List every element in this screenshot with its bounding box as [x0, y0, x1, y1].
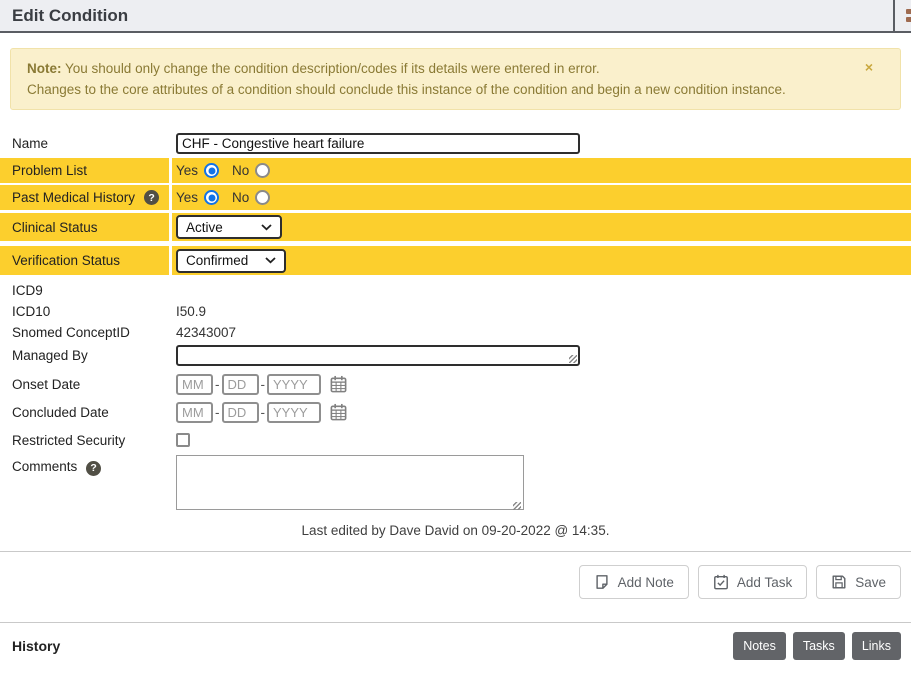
icd10-value: I50.9 [172, 304, 911, 319]
verification-status-label: Verification Status [12, 253, 124, 268]
calendar-icon[interactable] [329, 403, 348, 422]
comments-label: Comments [12, 459, 77, 474]
page-title: Edit Condition [0, 0, 911, 31]
pmh-no-radio[interactable] [255, 190, 270, 205]
header-divider [893, 0, 895, 31]
condition-form: Name Problem List Yes No Past Medical Hi… [0, 130, 911, 538]
window-header: Edit Condition [0, 0, 911, 33]
managed-by-label: Managed By [0, 348, 172, 363]
onset-month-input[interactable] [176, 374, 213, 395]
clinical-status-select[interactable]: Active [176, 215, 282, 239]
verification-status-select[interactable]: Confirmed [176, 249, 286, 273]
history-section: History Notes Tasks Links [0, 623, 911, 660]
pmh-yes-radio[interactable] [204, 190, 219, 205]
name-row: Name [0, 130, 911, 156]
concluded-date-row: Concluded Date - - [0, 399, 911, 426]
add-task-button[interactable]: Add Task [698, 565, 807, 599]
save-button[interactable]: Save [816, 565, 901, 599]
pmh-yes-label: Yes [176, 190, 198, 205]
save-icon [831, 574, 847, 590]
chevron-down-icon [265, 257, 276, 264]
icd10-label: ICD10 [0, 304, 172, 319]
concluded-month-input[interactable] [176, 402, 213, 423]
concluded-year-input[interactable] [267, 402, 321, 423]
warning-note: Note: You should only change the conditi… [10, 48, 901, 110]
restricted-security-label: Restricted Security [0, 433, 172, 448]
note-prefix: Note: [27, 61, 62, 76]
onset-year-input[interactable] [267, 374, 321, 395]
problem-list-no-label: No [232, 163, 249, 178]
snomed-value: 42343007 [172, 325, 911, 340]
tasks-button[interactable]: Tasks [793, 632, 845, 660]
close-icon[interactable]: × [865, 62, 873, 72]
pmh-no-label: No [232, 190, 249, 205]
past-medical-history-row: Past Medical History ? Yes No [0, 185, 911, 210]
onset-day-input[interactable] [222, 374, 259, 395]
verification-status-row: Verification Status Confirmed [0, 246, 911, 275]
note-line-1: Note: You should only change the conditi… [27, 58, 805, 79]
onset-date-label: Onset Date [0, 377, 172, 392]
clinical-status-label: Clinical Status [12, 220, 102, 235]
add-note-button[interactable]: Add Note [579, 565, 689, 599]
concluded-date-label: Concluded Date [0, 405, 172, 420]
concluded-day-input[interactable] [222, 402, 259, 423]
edit-condition-window: Edit Condition Note: You should only cha… [0, 0, 911, 685]
history-title: History [12, 638, 60, 654]
comments-row: Comments ? [0, 455, 911, 513]
problem-list-row: Problem List Yes No [0, 158, 911, 183]
problem-list-yes-label: Yes [176, 163, 198, 178]
managed-by-input[interactable] [176, 345, 580, 366]
restricted-security-checkbox[interactable] [176, 433, 190, 447]
clipped-menu-icon [906, 9, 911, 25]
resize-grip[interactable] [513, 502, 521, 510]
name-input[interactable] [176, 133, 580, 154]
task-calendar-icon [713, 574, 729, 590]
problem-list-label: Problem List [12, 163, 91, 178]
last-edited-text: Last edited by Dave David on 09-20-2022 … [0, 523, 911, 538]
name-label: Name [0, 136, 172, 151]
restricted-security-row: Restricted Security [0, 428, 911, 452]
clinical-status-row: Clinical Status Active [0, 213, 911, 241]
calendar-icon[interactable] [329, 375, 348, 394]
snomed-label: Snomed ConceptID [0, 325, 172, 340]
links-button[interactable]: Links [852, 632, 901, 660]
snomed-row: Snomed ConceptID 42343007 [0, 322, 911, 343]
onset-date-row: Onset Date - - [0, 371, 911, 398]
chevron-down-icon [261, 224, 272, 231]
comments-textarea[interactable] [176, 455, 524, 510]
help-icon[interactable]: ? [144, 190, 159, 205]
action-buttons: Add Note Add Task Save [0, 552, 911, 599]
notes-button[interactable]: Notes [733, 632, 786, 660]
resize-grip[interactable] [569, 355, 577, 363]
problem-list-no-radio[interactable] [255, 163, 270, 178]
icd9-label: ICD9 [0, 283, 172, 298]
note-icon [594, 574, 610, 590]
icd10-row: ICD10 I50.9 [0, 301, 911, 322]
help-icon[interactable]: ? [86, 461, 101, 476]
note-line-2: Changes to the core attributes of a cond… [27, 79, 805, 100]
icd9-row: ICD9 [0, 280, 911, 301]
problem-list-yes-radio[interactable] [204, 163, 219, 178]
past-medical-history-label: Past Medical History [12, 190, 139, 205]
managed-by-row: Managed By [0, 343, 911, 367]
